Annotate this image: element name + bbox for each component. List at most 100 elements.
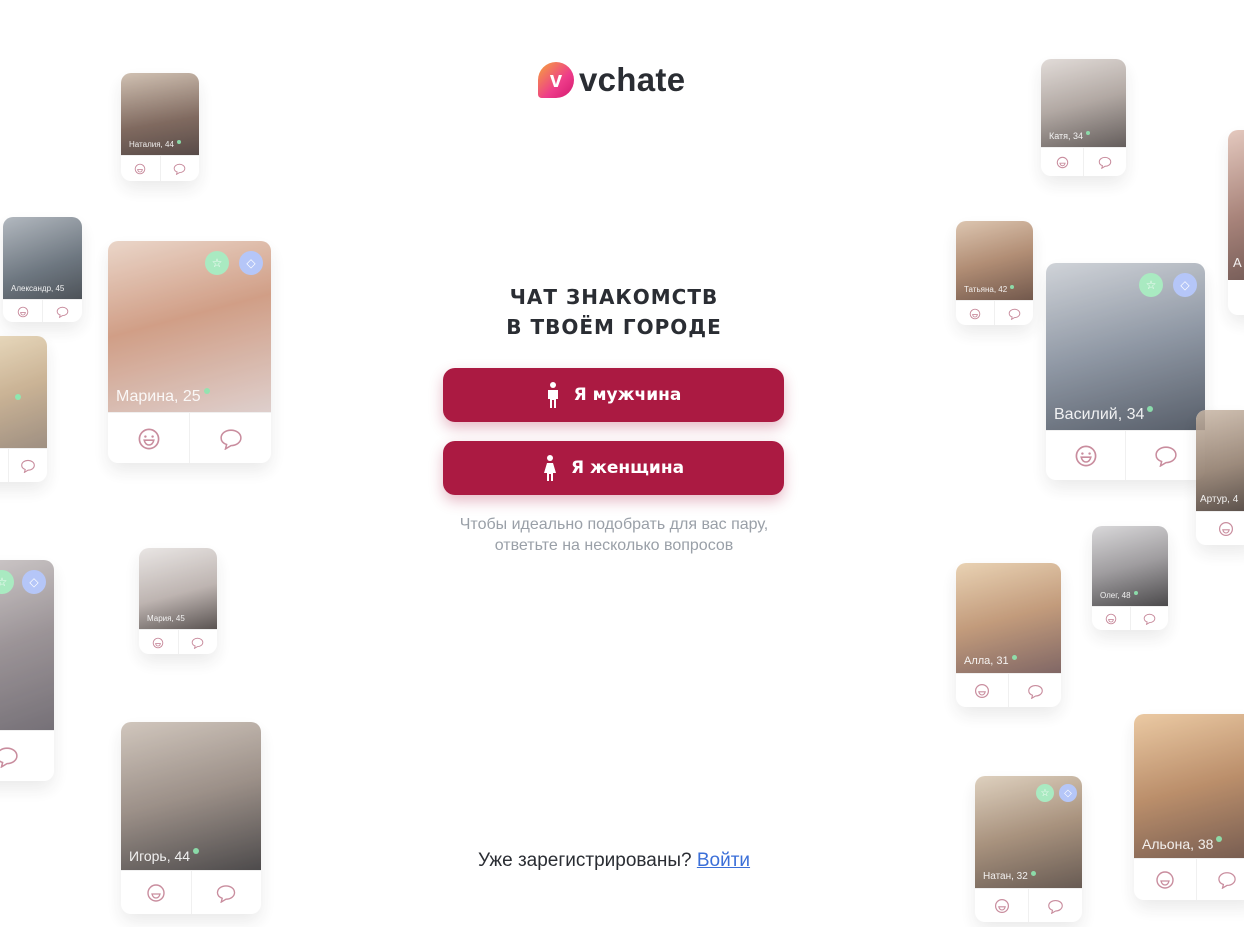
profile-photo: Игорь, 44	[121, 722, 261, 870]
profile-card[interactable]: Татьяна, 42	[956, 221, 1033, 325]
logo-wordmark: vchate	[579, 61, 686, 98]
hint-text: Чтобы идеально подобрать для вас пару, о…	[422, 514, 806, 556]
chat-icon[interactable]	[190, 871, 262, 914]
profile-name: Наталия, 44	[129, 140, 181, 149]
star-icon: ☆	[1139, 273, 1163, 297]
profile-name: Александр, 45	[11, 284, 65, 293]
profile-card[interactable]: Александр, 45	[3, 217, 82, 322]
profile-card[interactable]: ☆ ◇ Натан, 32	[975, 776, 1082, 922]
profile-photo: Мария, 45	[139, 548, 217, 629]
smile-icon[interactable]	[1196, 512, 1244, 545]
chat-icon[interactable]	[1125, 431, 1205, 480]
hint-line-1: Чтобы идеально подобрать для вас пару,	[459, 516, 769, 533]
chat-icon[interactable]	[189, 413, 271, 463]
smile-icon[interactable]	[956, 674, 1008, 707]
profile-name: Катя, 34	[1049, 131, 1091, 141]
profile-name: Альона, 38	[1142, 836, 1223, 852]
profile-card[interactable]: ☆ ◇ Марина, 25	[108, 241, 271, 463]
profile-card[interactable]: Олег, 48	[1092, 526, 1168, 630]
chat-icon[interactable]	[0, 731, 54, 781]
page-title-line-2: В ТВОЁМ ГОРОДЕ	[506, 315, 722, 339]
chat-icon[interactable]	[159, 156, 200, 181]
male-button-label: Я мужчина	[573, 385, 682, 405]
star-icon: ☆	[1036, 784, 1054, 802]
profile-card[interactable]: Игорь, 44	[121, 722, 261, 914]
smile-icon[interactable]	[0, 449, 8, 482]
profile-name: Мария, 45	[147, 614, 185, 623]
star-icon: ☆	[205, 251, 229, 275]
chat-icon[interactable]	[42, 300, 82, 322]
profile-photo: Александр, 45	[3, 217, 82, 299]
smile-icon[interactable]	[1134, 859, 1196, 900]
page-title-line-1: ЧАТ ЗНАКОМСТВ	[509, 285, 719, 309]
profile-photo: ☆ ◇ Натан, 32	[975, 776, 1082, 888]
female-button-label: Я женщина	[570, 458, 685, 478]
profile-photo: Артур, 4	[1196, 410, 1244, 511]
diamond-icon: ◇	[1173, 273, 1197, 297]
page-title: ЧАТ ЗНАКОМСТВ В ТВОЁМ ГОРОДЕ	[422, 282, 806, 342]
profile-photo: Катя, 34	[1041, 59, 1126, 147]
smile-icon[interactable]	[121, 871, 191, 914]
chat-icon[interactable]	[1129, 607, 1169, 630]
profile-name: Василий, 34	[1054, 406, 1154, 424]
profile-photo: А	[1228, 130, 1244, 280]
smile-icon[interactable]	[121, 156, 160, 181]
smile-icon[interactable]	[1041, 148, 1083, 176]
profile-photo: ☆ ◇ Марина, 25	[108, 241, 271, 412]
female-button[interactable]: Я женщина	[443, 441, 784, 495]
login-link[interactable]: Войти	[697, 850, 750, 871]
profile-photo: Альона, 38	[1134, 714, 1244, 858]
star-icon: ☆	[0, 570, 14, 594]
chat-icon[interactable]	[177, 630, 218, 654]
profile-card[interactable]: Мария, 45	[139, 548, 217, 654]
profile-name: А	[1233, 255, 1242, 270]
smile-icon[interactable]	[956, 301, 994, 325]
diamond-icon: ◇	[22, 570, 46, 594]
profile-name: Олег, 48	[1100, 591, 1138, 600]
profile-photo: ☆ ◇ Василий, 34	[1046, 263, 1205, 430]
profile-name: Алла, 31	[964, 655, 1017, 667]
profile-photo: Алла, 31	[956, 563, 1061, 673]
smile-icon[interactable]	[108, 413, 189, 463]
profile-photo: Олег, 48	[1092, 526, 1168, 606]
profile-card[interactable]: А	[1228, 130, 1244, 315]
chat-icon[interactable]	[1083, 148, 1126, 176]
chat-icon[interactable]	[1195, 859, 1244, 900]
profile-card[interactable]: ☆ ◇ Василий, 34	[1046, 263, 1205, 480]
hint-line-2: ответьте на несколько вопросов	[494, 537, 734, 554]
profile-name: Марина, 25	[116, 388, 210, 406]
profile-name: Игорь, 44	[129, 848, 200, 864]
smile-icon[interactable]	[3, 300, 42, 322]
chat-icon[interactable]	[8, 449, 47, 482]
female-icon	[543, 455, 557, 481]
profile-photo: Татьяна, 42	[956, 221, 1033, 300]
male-icon	[546, 382, 560, 408]
profile-card[interactable]: Альона, 38	[1134, 714, 1244, 900]
profile-name: Татьяна, 42	[964, 285, 1015, 294]
profile-card[interactable]	[0, 336, 47, 482]
diamond-icon: ◇	[1059, 784, 1077, 802]
diamond-icon: ◇	[239, 251, 263, 275]
chat-icon[interactable]	[1008, 674, 1061, 707]
profile-photo: Наталия, 44	[121, 73, 199, 155]
smile-icon[interactable]	[975, 889, 1028, 922]
chat-icon[interactable]	[1028, 889, 1082, 922]
login-question: Уже зарегистрированы?	[477, 850, 697, 871]
vchate-logo[interactable]: v vchate	[538, 60, 685, 100]
smile-icon[interactable]	[1046, 431, 1125, 480]
profile-photo	[0, 336, 47, 448]
profile-card[interactable]: Алла, 31	[956, 563, 1061, 707]
login-prompt: Уже зарегистрированы? Войти	[422, 850, 806, 872]
logo-mark: v	[538, 62, 574, 98]
profile-card[interactable]: Катя, 34	[1041, 59, 1126, 176]
profile-name: Натан, 32	[983, 871, 1036, 882]
male-button[interactable]: Я мужчина	[443, 368, 784, 422]
smile-icon[interactable]	[139, 630, 178, 654]
profile-card[interactable]: Наталия, 44	[121, 73, 199, 181]
profile-photo: ☆ ◇	[0, 560, 54, 730]
profile-card[interactable]: ☆ ◇	[0, 560, 54, 781]
chat-icon[interactable]	[994, 301, 1033, 325]
profile-name: Артур, 4	[1200, 494, 1239, 505]
profile-card[interactable]: Артур, 4	[1196, 410, 1244, 545]
smile-icon[interactable]	[1092, 607, 1130, 630]
